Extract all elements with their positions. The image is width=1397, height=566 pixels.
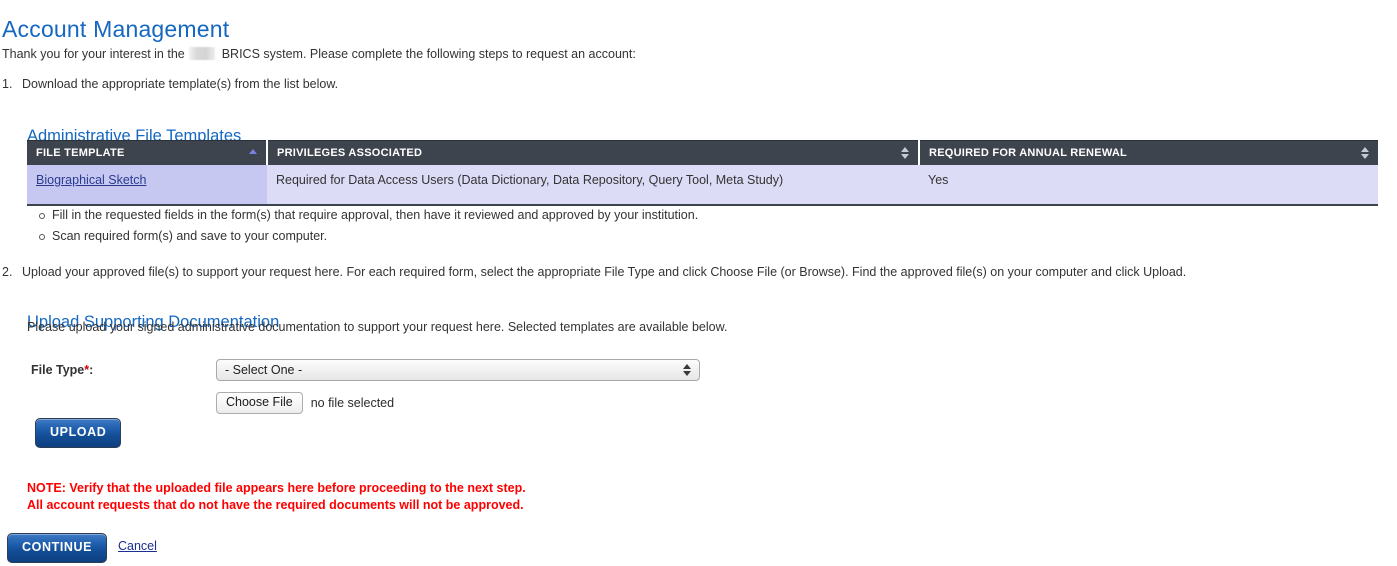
sort-ascending-icon[interactable] [249,146,258,160]
table-header: FILE TEMPLATE PRIVILEGES ASSOCIATED REQU… [27,140,1378,165]
note-line-2: All account requests that do not have th… [27,498,524,512]
choose-file-button[interactable]: Choose File [216,392,303,414]
sort-up-triangle [901,147,909,152]
file-upload-input-row: Choose File no file selected [216,392,394,414]
table-body: Biographical Sketch Required for Data Ac… [27,165,1378,206]
file-type-selected-value: - Select One - [225,363,303,377]
sort-up-triangle [249,149,257,154]
file-template-link-biographical-sketch[interactable]: Biographical Sketch [36,173,146,187]
table-row: Biographical Sketch Required for Data Ac… [27,165,1378,206]
cell-file-template: Biographical Sketch [27,165,267,206]
cell-annual-renewal: Yes [919,165,1378,206]
step-2: 2. Upload your approved file(s) to suppor… [2,265,1186,279]
sort-down-triangle [901,154,909,159]
page-title: Account Management [2,16,230,43]
sort-down-triangle [1361,154,1369,159]
upload-button[interactable]: UPLOAD [35,418,122,448]
list-item: Fill in the requested fields in the form… [38,205,698,226]
table-header-row: FILE TEMPLATE PRIVILEGES ASSOCIATED REQU… [27,140,1378,165]
step-2-text: Upload your approved file(s) to support … [22,265,1187,279]
redacted-organization-name [189,47,216,60]
intro-text-after: BRICS system. Please complete the follow… [221,47,636,61]
column-header-privileges-associated[interactable]: PRIVILEGES ASSOCIATED [267,140,920,165]
administrative-file-templates-table: FILE TEMPLATE PRIVILEGES ASSOCIATED REQU… [27,140,1378,206]
column-header-required-for-annual-renewal-label: REQUIRED FOR ANNUAL RENEWAL [929,147,1128,159]
intro-paragraph: Thank you for your interest in the BRICS… [2,47,636,61]
cancel-link[interactable]: Cancel [118,539,157,553]
stepper-up-triangle [683,364,691,369]
upload-warning-note: NOTE: Verify that the uploaded file appe… [27,480,526,514]
sort-toggle-icon[interactable] [901,146,910,160]
continue-button[interactable]: CONTINUE [7,533,108,563]
step-1-text: Download the appropriate template(s) fro… [22,77,339,91]
account-management-page: Account Management Thank you for your in… [0,0,1397,566]
column-header-file-template[interactable]: FILE TEMPLATE [27,140,268,165]
step-1: 1. Download the appropriate template(s) f… [2,77,338,91]
chevron-updown-icon[interactable] [683,363,692,377]
preparation-bullet-list: Fill in the requested fields in the form… [30,205,698,247]
sort-toggle-icon[interactable] [1361,146,1370,160]
file-type-select[interactable]: - Select One - [216,359,700,381]
stepper-down-triangle [683,371,691,376]
intro-text-before: Thank you for your interest in the [2,47,185,61]
note-line-1: NOTE: Verify that the uploaded file appe… [27,481,526,495]
column-header-required-for-annual-renewal[interactable]: REQUIRED FOR ANNUAL RENEWAL [919,140,1378,165]
selected-file-status: no file selected [310,396,395,410]
file-type-label-colon: : [89,363,94,377]
cell-privileges-associated: Required for Data Access Users (Data Dic… [267,165,919,206]
column-header-file-template-label: FILE TEMPLATE [36,147,125,159]
column-header-privileges-associated-label: PRIVILEGES ASSOCIATED [277,147,423,159]
list-item: Scan required form(s) and save to your c… [38,226,698,247]
file-type-label-text: File Type [31,363,85,377]
step-2-number: 2. [2,265,13,279]
file-type-label: File Type*: [31,363,93,377]
step-1-number: 1. [2,77,13,91]
sort-up-triangle [1361,147,1369,152]
upload-section-subtext: Please upload your signed administrative… [27,320,728,334]
